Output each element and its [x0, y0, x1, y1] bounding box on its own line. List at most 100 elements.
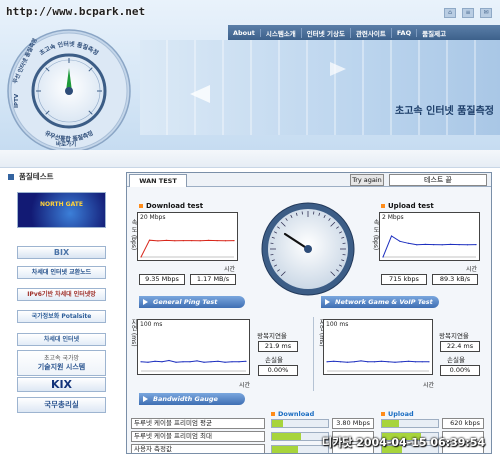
arrow-icon [325, 299, 330, 305]
page: ⌂ ≡ ✉ About 시스템소개 인터넷 기상도 관련사이트 FAQ 품질제고… [0, 0, 500, 454]
banner-potalsite[interactable]: 국가정보화 Potalsite [17, 310, 106, 323]
banner-north-gate[interactable]: NORTH GATE [17, 192, 106, 228]
data-point [374, 361, 376, 363]
ping-plot [140, 359, 247, 372]
upload-time-label: 시간 [466, 266, 478, 273]
bullet-icon [271, 412, 275, 416]
bw-upload-value: 620 kbps [442, 418, 484, 429]
data-point [433, 244, 435, 246]
divider [313, 317, 314, 391]
data-point [466, 244, 469, 246]
banner-prime-minister[interactable]: 국무총리실 [17, 397, 106, 413]
bw-download-value: 3.80 Mbps [332, 418, 374, 429]
game-loss: 0.00% [440, 365, 480, 376]
ping-loss: 0.00% [258, 365, 298, 376]
game-rtt: 22.4 ms [440, 341, 480, 352]
download-time-label: 시간 [224, 266, 236, 273]
download-plot [140, 239, 235, 258]
top-nav: About 시스템소개 인터넷 기상도 관련사이트 FAQ 품질제고 [228, 25, 500, 40]
data-point [475, 244, 477, 246]
banner-next-internet[interactable]: 차세대 인터넷 [17, 333, 106, 346]
nav-item[interactable]: 인터넷 기상도 [302, 27, 351, 38]
download-title: Download test [139, 202, 203, 210]
mail-icon[interactable]: ✉ [480, 8, 492, 18]
upload-plot [382, 235, 477, 258]
series-line [140, 359, 247, 363]
sitemap-icon[interactable]: ≡ [462, 8, 474, 18]
banner-bix[interactable]: BIX [17, 246, 106, 259]
data-point [346, 361, 348, 363]
data-point [416, 244, 418, 246]
data-point [182, 240, 184, 242]
bw-download-head: Download [271, 410, 314, 418]
data-point [424, 243, 426, 245]
data-point [231, 361, 233, 363]
nav-item[interactable]: FAQ [392, 28, 418, 37]
menu-dial[interactable]: 초고속 인터넷 품질측정 유무선통합 품질측정 무선 인터넷 품질측정 IPTV… [6, 28, 132, 150]
data-point [245, 360, 247, 362]
status-field: 테스트 끝 [389, 174, 487, 186]
data-point [161, 361, 163, 363]
tab-bar: WAN TEST Try again 테스트 끝 [127, 173, 491, 187]
game-loss-label: 손실율 [447, 356, 465, 364]
data-point [224, 361, 226, 363]
tab-wan-test[interactable]: WAN TEST [129, 174, 187, 187]
data-point [154, 360, 156, 362]
header: ⌂ ≡ ✉ About 시스템소개 인터넷 기상도 관련사이트 FAQ 품질제고… [0, 0, 500, 150]
game-plot [326, 360, 430, 372]
data-point [196, 360, 198, 362]
data-point [428, 361, 430, 363]
data-point [224, 240, 227, 242]
bw-upload-bar [381, 419, 439, 428]
data-point [353, 361, 355, 363]
nav-item[interactable]: 품질제고 [417, 28, 451, 38]
data-point [191, 240, 193, 242]
data-point [360, 360, 362, 362]
watermark: http://www.bcpark.net [6, 5, 146, 18]
data-point [407, 242, 409, 244]
data-point [174, 240, 176, 242]
data-point [140, 361, 142, 363]
nav-item[interactable]: 관련사이트 [351, 27, 392, 38]
bw-row-name: 사용자 측정값 [131, 444, 265, 453]
data-point [238, 361, 240, 363]
nav-item[interactable]: About [228, 28, 261, 37]
ping-loss-label: 손실율 [265, 356, 283, 364]
data-point [394, 361, 396, 363]
data-point [148, 239, 151, 241]
data-point [414, 361, 416, 363]
try-again-button[interactable]: Try again [350, 174, 384, 186]
ping-test-bar: General Ping Test [139, 296, 245, 308]
data-point [458, 244, 460, 246]
bullet-icon [8, 174, 14, 180]
banner-exchange-node[interactable]: 차세대 인터넷 교환노드 [17, 266, 106, 279]
upload-kbps: 715 kbps [381, 274, 427, 285]
data-point [168, 359, 170, 362]
data-point [340, 361, 342, 363]
top-icons: ⌂ ≡ ✉ [444, 8, 492, 18]
data-point [390, 235, 393, 237]
banner-kix[interactable]: KIX [17, 377, 106, 392]
ping-chart: 100 ms [137, 319, 250, 375]
series-line [326, 360, 429, 363]
bw-upload-head: Upload [381, 410, 414, 418]
nav-item[interactable]: 시스템소개 [261, 27, 302, 38]
dial-label[interactable]: 바로가기 [56, 140, 76, 148]
banner-tech-support[interactable]: 초고속 국가망 기술지원 시스템 [17, 350, 106, 376]
dial-label[interactable]: IPTV [14, 93, 20, 108]
banner-ipv6[interactable]: IPv6기반 차세대 인터넷망 [17, 288, 106, 301]
download-mbps: 9.35 Mbps [139, 274, 185, 285]
download-chart: 20 Mbps [137, 212, 238, 261]
game-voip-bar: Network Game & VoIP Test [321, 296, 439, 308]
data-point [380, 360, 382, 362]
home-icon[interactable]: ⌂ [444, 8, 456, 18]
download-mbs: 1.17 MB/s [190, 274, 236, 285]
ping-rtt: 21.9 ms [258, 341, 298, 352]
bw-row-name: 두루넷 케이블 프리미엄 최대 [131, 431, 265, 442]
data-point [233, 240, 235, 242]
bw-row-name: 두루넷 케이블 프리미엄 평균 [131, 418, 265, 429]
data-point [157, 240, 159, 242]
upload-title: Upload test [381, 202, 434, 210]
ping-rtt-label: 왕복지연율 [257, 332, 287, 340]
game-chart: 100 ms [323, 319, 433, 375]
